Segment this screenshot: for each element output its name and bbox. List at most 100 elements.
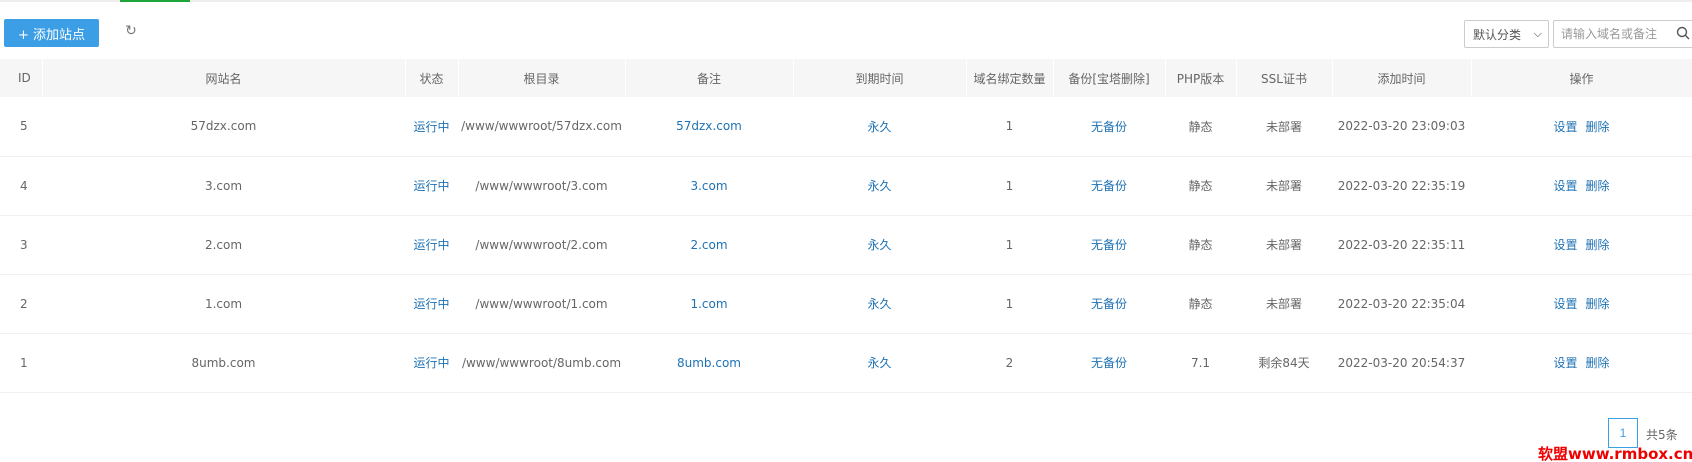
cell-expire[interactable]: 永久 (793, 333, 966, 393)
col-header-note: 备注 (625, 59, 794, 97)
table-row: 5 57dzx.com 运行中 /www/wwwroot/57dzx.com 5… (0, 97, 1692, 157)
cell-status[interactable]: 运行中 (405, 274, 458, 334)
col-header-expire[interactable]: 到期时间 (793, 59, 967, 97)
col-header-domain-count: 域名绑定数量 (966, 59, 1054, 97)
toolbar: + 添加站点 ↻ 默认分类 ⌵ (0, 19, 1692, 49)
cell-note[interactable]: 3.com (625, 156, 793, 216)
cell-backup[interactable]: 无备份 (1053, 156, 1165, 216)
cell-domain-count: 2 (966, 333, 1053, 393)
table-row: 1 8umb.com 运行中 /www/wwwroot/8umb.com 8um… (0, 333, 1692, 393)
search-icon[interactable] (1676, 26, 1690, 40)
settings-link[interactable]: 设置 (1553, 297, 1577, 311)
cell-root-dir[interactable]: /www/wwwroot/8umb.com (458, 333, 625, 393)
cell-site-name[interactable]: 1.com (42, 274, 405, 334)
cell-note[interactable]: 1.com (625, 274, 793, 334)
col-header-root-dir: 根目录 (458, 59, 626, 97)
cell-expire[interactable]: 永久 (793, 156, 966, 216)
cell-actions: 设置 删除 (1471, 274, 1692, 334)
cell-php[interactable]: 7.1 (1165, 333, 1236, 393)
col-header-added[interactable]: 添加时间 (1332, 59, 1472, 97)
col-header-php: PHP版本 (1165, 59, 1237, 97)
cell-added: 2022-03-20 22:35:19 (1332, 156, 1471, 216)
cell-added: 2022-03-20 20:54:37 (1332, 333, 1471, 393)
delete-link[interactable]: 删除 (1586, 238, 1610, 252)
table-row: 4 3.com 运行中 /www/wwwroot/3.com 3.com 永久 … (0, 156, 1692, 216)
cell-status[interactable]: 运行中 (405, 156, 458, 216)
cell-php: 静态 (1165, 274, 1236, 334)
cell-root-dir[interactable]: /www/wwwroot/3.com (458, 156, 625, 216)
settings-link[interactable]: 设置 (1553, 120, 1577, 134)
settings-link[interactable]: 设置 (1553, 356, 1577, 370)
col-header-id[interactable]: ID (0, 59, 43, 97)
cell-ssl: 未部署 (1236, 274, 1332, 334)
cell-added: 2022-03-20 23:09:03 (1332, 97, 1471, 157)
cell-id: 3 (0, 215, 42, 275)
cell-added: 2022-03-20 22:35:04 (1332, 274, 1471, 334)
search-input[interactable] (1554, 21, 1674, 47)
settings-link[interactable]: 设置 (1553, 179, 1577, 193)
total-count: 共5条 (1646, 428, 1678, 442)
watermark: 软盟www.rmbox.cn (1538, 445, 1692, 462)
col-header-actions: 操作 (1471, 59, 1692, 97)
delete-link[interactable]: 删除 (1586, 120, 1610, 134)
cell-ssl[interactable]: 剩余84天 (1236, 333, 1332, 393)
refresh-icon[interactable]: ↻ (122, 22, 140, 40)
cell-backup[interactable]: 无备份 (1053, 274, 1165, 334)
cell-note[interactable]: 57dzx.com (625, 97, 793, 157)
cell-domain-count: 1 (966, 97, 1053, 157)
add-site-button[interactable]: + 添加站点 (4, 19, 99, 47)
cell-actions: 设置 删除 (1471, 156, 1692, 216)
site-table: ID 网站名 状态 根目录 备注 到期时间 域名绑定数量 备份[宝塔删除] PH… (0, 59, 1692, 393)
cell-expire[interactable]: 永久 (793, 215, 966, 275)
delete-link[interactable]: 删除 (1586, 356, 1610, 370)
cell-site-name[interactable]: 3.com (42, 156, 405, 216)
cell-php: 静态 (1165, 97, 1236, 157)
cell-domain-count: 1 (966, 215, 1053, 275)
cell-ssl: 未部署 (1236, 156, 1332, 216)
cell-expire[interactable]: 永久 (793, 97, 966, 157)
cell-backup[interactable]: 无备份 (1053, 333, 1165, 393)
table-row: 2 1.com 运行中 /www/wwwroot/1.com 1.com 永久 … (0, 274, 1692, 334)
chevron-down-icon: ⌵ (1533, 27, 1542, 40)
cell-status[interactable]: 运行中 (405, 215, 458, 275)
col-header-backup: 备份[宝塔删除] (1053, 59, 1166, 97)
col-header-ssl: SSL证书 (1236, 59, 1333, 97)
delete-link[interactable]: 删除 (1586, 297, 1610, 311)
cell-root-dir[interactable]: /www/wwwroot/1.com (458, 274, 625, 334)
cell-site-name[interactable]: 57dzx.com (42, 97, 405, 157)
cell-root-dir[interactable]: /www/wwwroot/57dzx.com (458, 97, 625, 157)
cell-backup[interactable]: 无备份 (1053, 97, 1165, 157)
cell-php: 静态 (1165, 156, 1236, 216)
cell-actions: 设置 删除 (1471, 97, 1692, 157)
cell-domain-count: 1 (966, 274, 1053, 334)
cell-added: 2022-03-20 22:35:11 (1332, 215, 1471, 275)
settings-link[interactable]: 设置 (1553, 238, 1577, 252)
col-header-status[interactable]: 状态 (405, 59, 459, 97)
cell-id: 1 (0, 333, 42, 393)
search-box (1553, 20, 1692, 48)
cell-note[interactable]: 2.com (625, 215, 793, 275)
cell-php: 静态 (1165, 215, 1236, 275)
cell-id: 5 (0, 97, 42, 157)
cell-site-name[interactable]: 2.com (42, 215, 405, 275)
delete-link[interactable]: 删除 (1586, 179, 1610, 193)
cell-ssl: 未部署 (1236, 215, 1332, 275)
cell-expire[interactable]: 永久 (793, 274, 966, 334)
cell-site-name[interactable]: 8umb.com (42, 333, 405, 393)
category-select[interactable]: 默认分类 ⌵ (1464, 20, 1549, 48)
cell-backup[interactable]: 无备份 (1053, 215, 1165, 275)
top-tab-divider (0, 0, 1692, 2)
col-header-site-name[interactable]: 网站名 (42, 59, 406, 97)
cell-id: 2 (0, 274, 42, 334)
cell-ssl: 未部署 (1236, 97, 1332, 157)
cell-id: 4 (0, 156, 42, 216)
table-row: 3 2.com 运行中 /www/wwwroot/2.com 2.com 永久 … (0, 215, 1692, 275)
cell-note[interactable]: 8umb.com (625, 333, 793, 393)
cell-status[interactable]: 运行中 (405, 97, 458, 157)
top-tab-active-indicator (120, 0, 190, 2)
cell-status[interactable]: 运行中 (405, 333, 458, 393)
category-select-value: 默认分类 (1473, 27, 1522, 42)
cell-root-dir[interactable]: /www/wwwroot/2.com (458, 215, 625, 275)
table-header-row: ID 网站名 状态 根目录 备注 到期时间 域名绑定数量 备份[宝塔删除] PH… (0, 59, 1692, 97)
cell-actions: 设置 删除 (1471, 333, 1692, 393)
